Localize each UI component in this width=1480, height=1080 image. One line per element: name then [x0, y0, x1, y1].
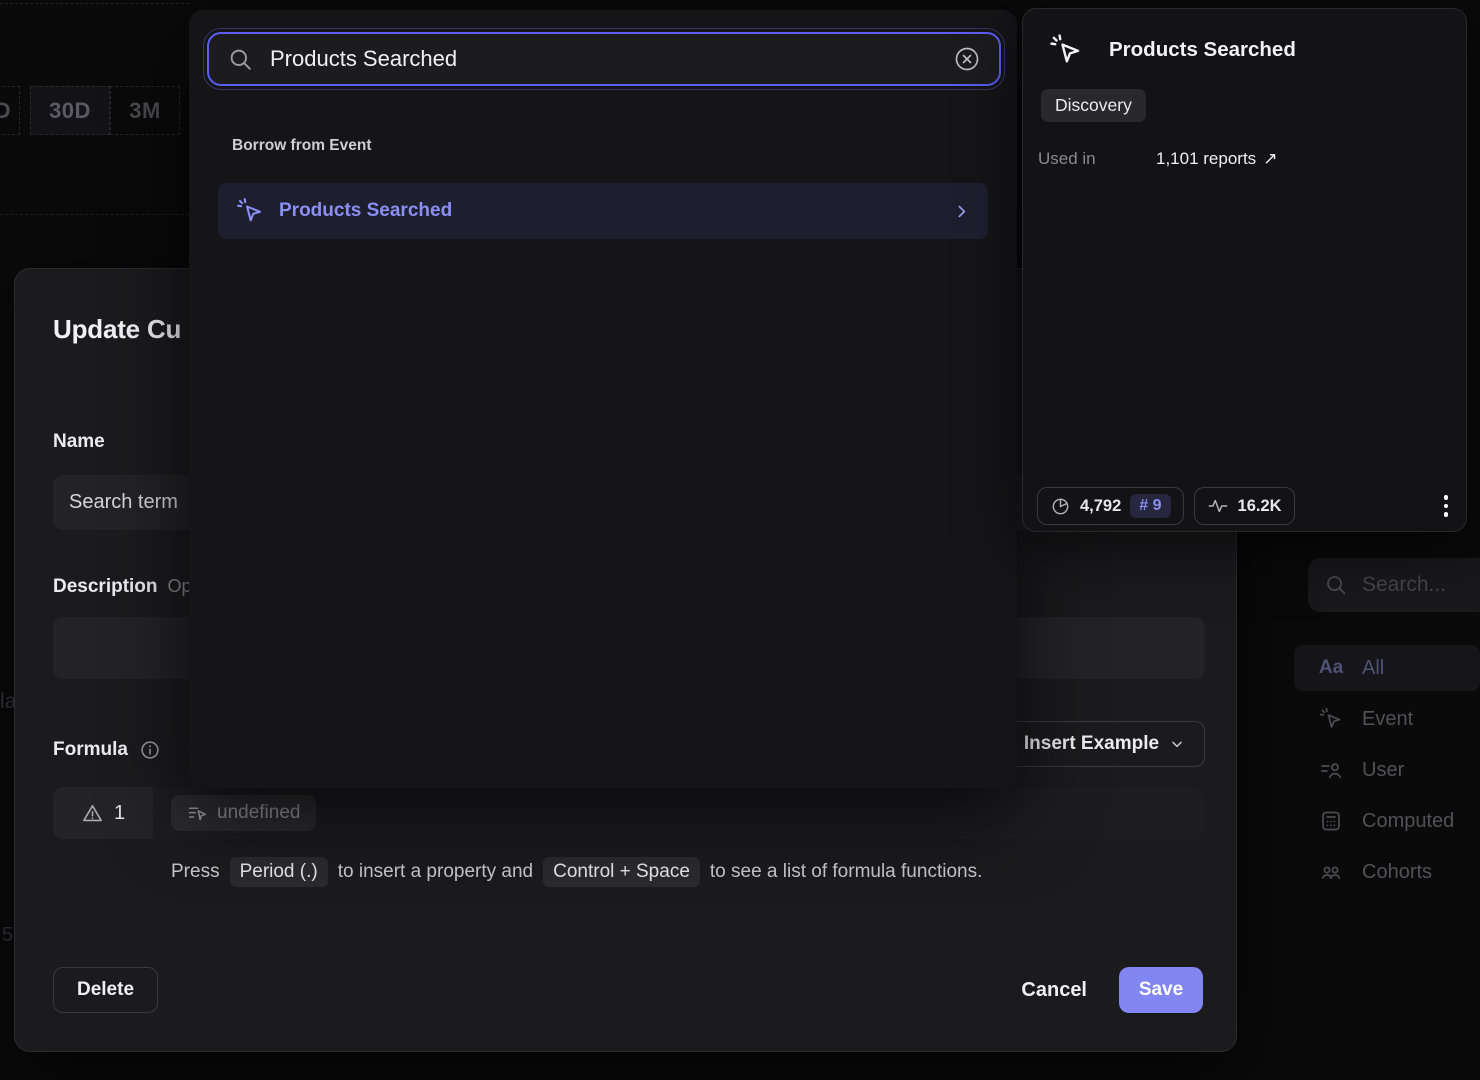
hint-text: Press — [171, 861, 220, 883]
property-chip[interactable]: undefined — [171, 795, 316, 831]
search-icon — [1324, 573, 1348, 597]
time-range-button-partial[interactable]: D — [0, 86, 20, 135]
cancel-button[interactable]: Cancel — [1021, 979, 1087, 1002]
user-icon — [1318, 758, 1344, 782]
panel-title: Products Searched — [1109, 38, 1296, 62]
chevron-down-icon — [1169, 736, 1185, 752]
insert-example-button[interactable]: Insert Example — [1004, 721, 1205, 767]
formula-label-text: Formula — [53, 739, 128, 761]
rank-badge: # 9 — [1130, 494, 1170, 518]
activity-icon — [1207, 495, 1229, 517]
text-type-icon: Aa — [1318, 657, 1344, 679]
property-chip-label: undefined — [217, 802, 300, 824]
kbd-control-space: Control + Space — [543, 857, 700, 887]
tag-discovery[interactable]: Discovery — [1041, 89, 1146, 122]
backdrop-divider-mid — [0, 214, 189, 215]
used-in-label: Used in — [1038, 149, 1156, 169]
event-icon — [236, 197, 264, 225]
name-label: Name — [53, 431, 105, 453]
pie-chart-icon — [1050, 496, 1071, 517]
external-link-icon: ↗ — [1263, 149, 1277, 169]
query-count-value: 4,792 — [1080, 497, 1121, 516]
event-icon — [1318, 707, 1344, 731]
used-in-link[interactable]: 1,101 reports ↗ — [1156, 149, 1277, 169]
warning-icon — [81, 802, 104, 825]
chevron-right-icon — [953, 203, 970, 220]
volume-pill[interactable]: 16.2K — [1194, 487, 1295, 525]
warning-count: 1 — [114, 802, 125, 825]
sidebar-item-cohorts[interactable]: Cohorts — [1294, 849, 1480, 895]
formula-hint: Press Period (.) to insert a property an… — [171, 857, 982, 887]
event-details-panel: Products Searched Discovery Used in 1,10… — [1022, 8, 1467, 532]
sidebar-item-all[interactable]: Aa All — [1294, 645, 1480, 691]
overlay-search-input[interactable]: Products Searched — [207, 32, 1001, 86]
sidebar-item-label: All — [1362, 657, 1384, 680]
time-range-button-3m[interactable]: 3M — [110, 86, 180, 135]
used-in-row: Used in 1,101 reports ↗ — [1038, 149, 1277, 169]
formula-input[interactable]: undefined — [153, 787, 1205, 839]
formula-editor-row: 1 undefined — [53, 787, 1205, 839]
sidebar-item-label: Cohorts — [1362, 861, 1432, 884]
hint-text: to see a list of formula functions. — [710, 861, 982, 883]
property-search-dropdown: Products Searched Borrow from Event Prod… — [189, 10, 1017, 788]
delete-button[interactable]: Delete — [53, 967, 158, 1013]
event-icon — [1049, 33, 1083, 67]
more-options-icon[interactable] — [1438, 489, 1455, 523]
sidebar-item-computed[interactable]: Computed — [1294, 798, 1480, 844]
dialog-actions: Cancel Save — [1021, 967, 1203, 1013]
overlay-search-value: Products Searched — [270, 46, 937, 72]
dialog-title: Update Cu — [53, 314, 181, 345]
formula-label: Formula — [53, 739, 161, 761]
used-in-value: 1,101 reports — [1156, 149, 1256, 169]
query-count-pill[interactable]: 4,792 # 9 — [1037, 487, 1184, 525]
description-label-text: Description — [53, 576, 158, 597]
sidebar-item-event[interactable]: Event — [1294, 696, 1480, 742]
sidebar-item-user[interactable]: User — [1294, 747, 1480, 793]
info-icon[interactable] — [139, 739, 161, 761]
insert-example-label: Insert Example — [1024, 733, 1159, 755]
save-button[interactable]: Save — [1119, 967, 1203, 1013]
kbd-period: Period (.) — [230, 857, 328, 887]
clear-icon[interactable] — [953, 45, 981, 73]
sidebar-item-label: Computed — [1362, 810, 1454, 833]
volume-value: 16.2K — [1238, 497, 1282, 516]
search-icon — [227, 46, 254, 73]
sidebar-search-placeholder: Search... — [1362, 573, 1446, 597]
backdrop-text-fragment: 5 — [2, 924, 13, 947]
sidebar-item-label: User — [1362, 759, 1404, 782]
formula-gutter: 1 — [53, 787, 153, 839]
property-icon — [187, 803, 208, 824]
name-input-value: Search term — [69, 491, 178, 514]
search-result-label: Products Searched — [279, 200, 938, 222]
app-screen: D 30D 3M lay 5 Search... Aa All Event — [0, 0, 1480, 1080]
calculator-icon — [1318, 809, 1344, 833]
panel-header: Products Searched — [1049, 33, 1296, 67]
search-result-products-searched[interactable]: Products Searched — [218, 183, 988, 239]
borrow-from-event-section-label: Borrow from Event — [232, 137, 372, 155]
hint-text: to insert a property and — [338, 861, 533, 883]
time-range-button-30d[interactable]: 30D — [30, 86, 110, 135]
backdrop-divider-top — [0, 3, 189, 4]
cohorts-icon — [1318, 860, 1344, 884]
sidebar-search-input[interactable]: Search... — [1308, 558, 1480, 612]
panel-stats-row: 4,792 # 9 16.2K — [1037, 487, 1454, 525]
sidebar-item-label: Event — [1362, 708, 1413, 731]
